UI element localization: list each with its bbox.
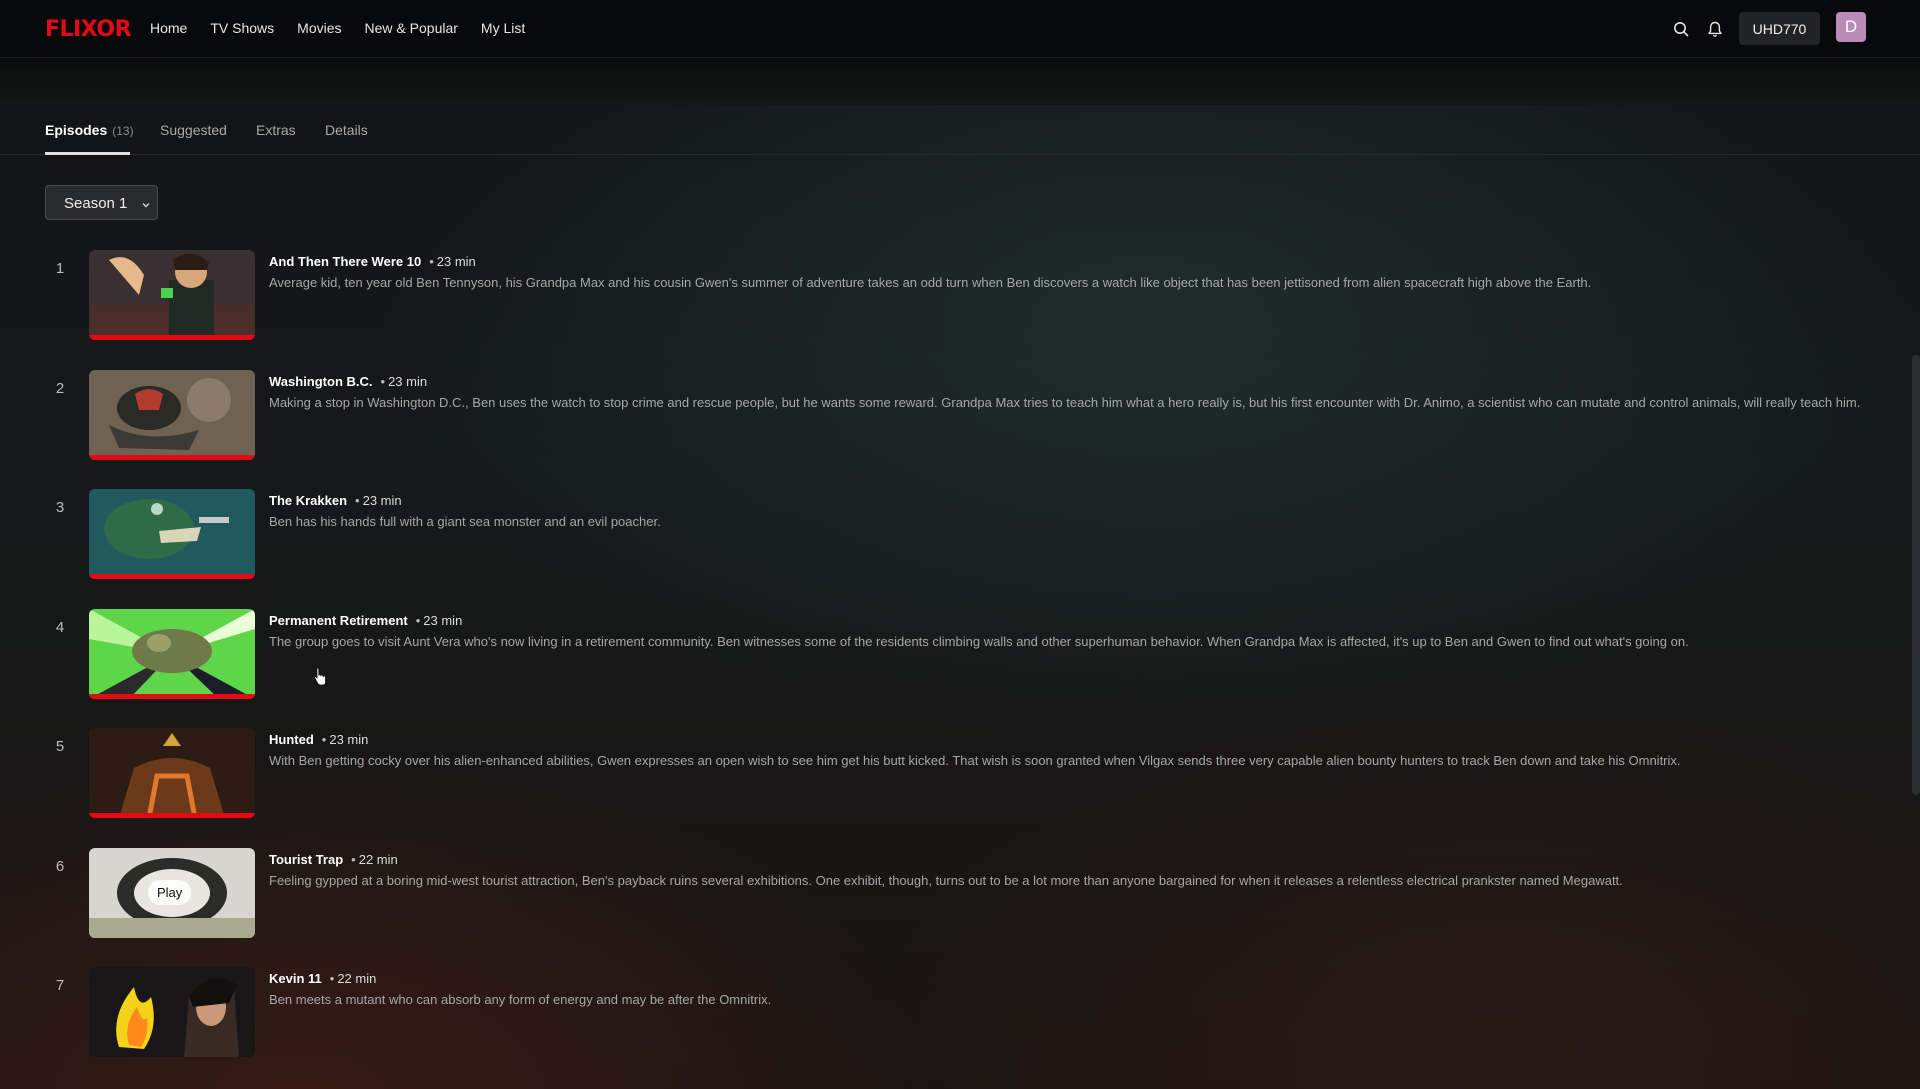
episode-number: 3 [55, 499, 65, 516]
chevron-down-icon [141, 197, 151, 215]
episode-heading: Tourist Trap • 22 min [269, 852, 398, 867]
episode-title: And Then There Were 10 [269, 254, 422, 269]
app-viewport: FLIXOR Home TV Shows Movies New & Popula… [0, 0, 1920, 1089]
episode-thumbnail[interactable] [89, 370, 255, 460]
brand-logo[interactable]: FLIXOR [45, 17, 132, 42]
tab-bar: Episodes (13) Suggested Extras Details [0, 105, 1920, 155]
search-icon[interactable] [1670, 18, 1692, 40]
season-select-value: Season 1 [64, 195, 128, 212]
episode-description: Making a stop in Washington D.C., Ben us… [269, 395, 1861, 410]
season-select[interactable]: Season 1 [45, 185, 158, 220]
episode-heading: Permanent Retirement • 23 min [269, 613, 463, 628]
watched-progress-bar [89, 455, 255, 460]
episode-description: Ben meets a mutant who can absorb any fo… [269, 992, 772, 1007]
scrollbar-thumb[interactable] [1912, 355, 1920, 795]
episode-title: Washington B.C. [269, 374, 373, 389]
episode-row[interactable]: 1 And Then There Were 10 • 23 min Average … [45, 250, 1905, 342]
episode-heading: Kevin 11 • 22 min [269, 971, 377, 986]
tab-episodes-count: (13) [112, 124, 134, 138]
episode-description: The group goes to visit Aunt Vera who's … [269, 634, 1689, 649]
episode-duration: 22 min [337, 971, 377, 986]
episode-row[interactable]: 3 The Krakken • 23 min Ben has his hands f… [45, 489, 1905, 581]
episode-number: 5 [55, 738, 65, 755]
tab-details[interactable]: Details [325, 122, 368, 138]
episode-duration: 23 min [388, 374, 428, 389]
nav-my-list[interactable]: My List [481, 20, 525, 36]
episode-number: 4 [55, 619, 65, 636]
main-nav: Home TV Shows Movies New & Popular My Li… [150, 20, 548, 36]
episode-number: 2 [55, 380, 65, 397]
watched-progress-bar [89, 694, 255, 699]
nav-new-popular[interactable]: New & Popular [365, 20, 458, 36]
episode-number: 6 [55, 858, 65, 875]
episode-thumbnail[interactable] [89, 609, 255, 699]
watched-progress-bar [89, 335, 255, 340]
tab-episodes-label: Episodes [45, 122, 108, 138]
episode-title: Permanent Retirement [269, 613, 408, 628]
episode-number: 7 [55, 977, 65, 994]
tab-suggested[interactable]: Suggested [160, 122, 227, 138]
episode-duration: 22 min [358, 852, 398, 867]
pointer-cursor-icon [313, 667, 327, 691]
episode-duration: 23 min [329, 732, 369, 747]
episode-row[interactable]: 5 Hunted • 23 min With Ben getting cocky o… [45, 728, 1905, 820]
bell-icon[interactable] [1704, 18, 1726, 40]
episode-duration: 23 min [362, 493, 402, 508]
episode-title: Tourist Trap [269, 852, 344, 867]
episode-row[interactable]: 7 Kevin 11 • 22 min Ben meets a mutant who… [45, 967, 1905, 1059]
episode-description: Ben has his hands full with a giant sea … [269, 514, 661, 529]
episode-duration: 23 min [423, 613, 463, 628]
episode-row[interactable]: 6 Play Tourist Trap • 22 min Feeling gyppe… [45, 848, 1905, 940]
watched-progress-bar [89, 574, 255, 579]
episode-heading: Hunted • 23 min [269, 732, 369, 747]
episode-row[interactable]: 2 Washington B.C. • 23 min Making a stop i… [45, 370, 1905, 462]
episode-title: Kevin 11 [269, 971, 322, 986]
episode-duration: 23 min [436, 254, 476, 269]
episode-heading: The Krakken • 23 min [269, 493, 402, 508]
nav-tv-shows[interactable]: TV Shows [210, 20, 274, 36]
watched-progress-bar [89, 813, 255, 818]
play-button[interactable]: Play [148, 880, 192, 905]
episode-heading: And Then There Were 10 • 23 min [269, 254, 476, 269]
episode-heading: Washington B.C. • 23 min [269, 374, 428, 389]
episode-description: Feeling gypped at a boring mid-west tour… [269, 873, 1623, 888]
nav-home[interactable]: Home [150, 20, 187, 36]
episode-title: The Krakken [269, 493, 348, 508]
tab-extras[interactable]: Extras [256, 122, 296, 138]
episode-title: Hunted [269, 732, 314, 747]
active-tab-indicator [45, 152, 130, 155]
episode-description: With Ben getting cocky over his alien-en… [269, 753, 1681, 768]
plan-badge[interactable]: UHD770 [1739, 12, 1820, 45]
tab-episodes[interactable]: Episodes (13) [45, 122, 134, 138]
avatar[interactable]: D [1836, 12, 1866, 42]
episode-thumbnail[interactable] [89, 967, 255, 1057]
episode-number: 1 [55, 260, 65, 277]
episode-thumbnail[interactable]: Play [89, 848, 255, 938]
episode-description: Average kid, ten year old Ben Tennyson, … [269, 275, 1592, 290]
episode-thumbnail[interactable] [89, 489, 255, 579]
nav-movies[interactable]: Movies [297, 20, 341, 36]
episode-thumbnail[interactable] [89, 250, 255, 340]
top-navigation-bar: FLIXOR Home TV Shows Movies New & Popula… [0, 0, 1920, 58]
episode-thumbnail[interactable] [89, 728, 255, 818]
hero-bottom-strip [0, 58, 1920, 105]
